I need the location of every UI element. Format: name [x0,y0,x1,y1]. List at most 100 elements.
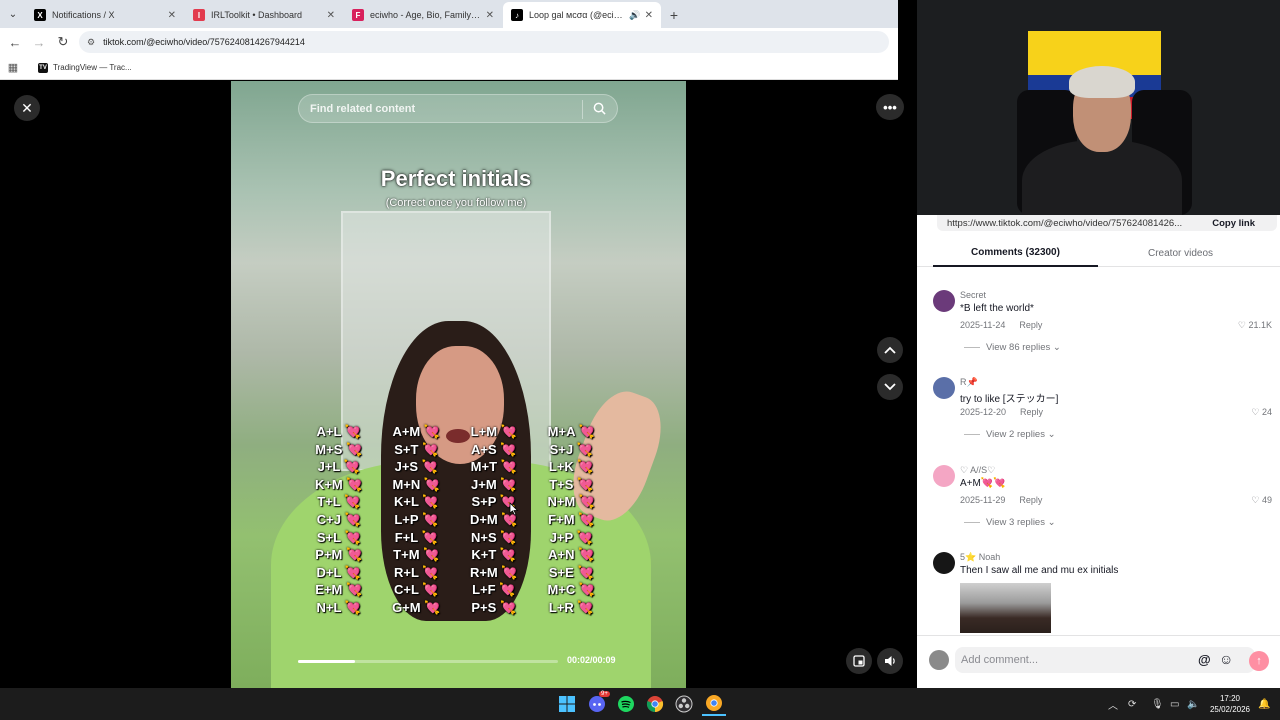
initials-text: T+L [317,494,341,510]
comment-author[interactable]: 5⭐ Noah [960,552,1000,563]
site-info-icon[interactable]: ⚙ [87,37,95,48]
tab-comments[interactable]: Comments (32300) [933,240,1098,267]
browser-tab[interactable]: ♪ Loop gal мcσα (@eciwho) |🔊 ✕ [503,2,661,28]
comments-panel: https://www.tiktok.com/@eciwho/video/757… [917,215,1280,688]
video-timecode: 00:02/00:09 [567,655,616,665]
url-input[interactable]: ⚙ tiktok.com/@eciwho/video/7576240814267… [79,31,889,53]
discord-icon[interactable]: 9+ [585,691,610,716]
tab-title: Notifications / X [52,10,115,20]
system-clock[interactable]: 17:20 25/02/2026 [1205,693,1255,715]
initials-text: C+J [316,511,341,527]
initials-column: M+A 💘 S+J 💘 L+K 💘 T+S 💘 N+M 💘 F+M 💘 J+P 💘 A+N 💘… [533,423,611,617]
view-replies-button[interactable]: View 3 replies ⌄ [964,517,1056,528]
view-replies-button[interactable]: View 2 replies ⌄ [964,429,1056,440]
heart-emoji-icon: 💘 [423,476,441,492]
apps-grid-icon[interactable]: ▦ [0,61,26,74]
add-comment-placeholder: Add comment... [961,654,1039,666]
comment-author[interactable]: Secret [960,290,986,300]
related-search-input[interactable]: Find related content [298,94,618,123]
tab-creator-videos[interactable]: Creator videos [1098,240,1263,267]
send-comment-button[interactable]: ↑ [1249,651,1269,671]
tab-audio-icon[interactable]: 🔊 [629,10,640,21]
like-button[interactable]: ♡ 24 [1251,407,1272,418]
search-icon[interactable] [593,102,606,115]
bookmark-tradingview[interactable]: TV TradingView — Trac... [38,62,132,73]
like-button[interactable]: ♡ 49 [1251,495,1272,506]
microphone-icon[interactable]: 🎙 [1151,688,1164,720]
comment-avatar[interactable] [933,552,955,574]
sync-icon[interactable]: ⟳ [1128,688,1136,720]
browser-tab[interactable]: Feciwho - Age, Bio, Family | Fam ✕ [344,2,502,28]
initials-pair: F+L 💘 [395,529,438,547]
comment-date: 2025-11-29 [960,495,1006,505]
comment-avatar[interactable] [933,290,955,312]
initials-text: S+P [471,494,497,510]
initials-pair: M+N 💘 [392,476,440,494]
video-progress-bar[interactable] [298,660,558,663]
next-video-button[interactable] [877,374,903,400]
chevron-down-icon [884,383,896,391]
comment-date: 2025-12-20 [960,407,1007,417]
close-video-button[interactable]: ✕ [14,95,40,121]
initials-text: A+M [392,424,421,439]
notifications-icon[interactable]: 🔔 [1258,688,1270,720]
spotify-icon[interactable] [614,692,638,716]
chrome-icon[interactable] [643,692,667,716]
close-tab-icon[interactable]: ✕ [486,10,494,21]
initials-text: M+T [470,459,498,475]
initials-text: M+N [392,476,421,492]
initials-pair: S+T 💘 [394,441,438,459]
windows-start-icon[interactable] [555,692,579,716]
volume-tray-icon[interactable]: 🔈 [1187,688,1199,720]
comment-avatar[interactable] [933,465,955,487]
emoji-icon[interactable]: ☺ [1219,651,1233,667]
like-button[interactable]: ♡ 21.1K [1238,320,1272,331]
mention-icon[interactable]: @ [1198,652,1211,667]
comment-author[interactable]: R📌 [960,377,978,388]
previous-video-button[interactable] [877,337,903,363]
initials-text: R+M [469,564,498,580]
tray-overflow-icon[interactable]: ︿ [1108,688,1118,720]
close-tab-icon[interactable]: ✕ [645,10,653,21]
reply-button[interactable]: Reply [1019,320,1042,330]
view-replies-button[interactable]: View 86 replies ⌄ [964,342,1061,353]
copy-link-button[interactable]: Copy link [1212,218,1255,229]
comment-avatar[interactable] [933,377,955,399]
tab-search-button[interactable]: ⌄ [0,0,26,28]
heart-emoji-icon: 💘 [578,511,595,527]
obs-icon[interactable] [672,692,696,716]
comment-author[interactable]: ♡ A//S♡ [960,465,995,476]
comment-image[interactable] [960,583,1051,633]
chrome-canary-icon[interactable] [702,692,726,716]
heart-emoji-icon: 💘 [578,424,595,439]
reply-button[interactable]: Reply [1020,407,1043,417]
forward-button[interactable]: → [27,30,51,54]
initials-text: G+M [392,599,421,615]
address-bar-row: ← → ↻ ⚙ tiktok.com/@eciwho/video/7576240… [0,28,898,56]
new-tab-button[interactable]: + [662,2,686,28]
close-tab-icon[interactable]: ✕ [327,10,335,21]
heart-emoji-icon: 💘 [422,494,439,510]
like-count: 49 [1261,495,1272,505]
back-button[interactable]: ← [3,30,27,54]
initials-text: S+L [316,529,341,545]
volume-button[interactable] [877,648,903,674]
close-tab-icon[interactable]: ✕ [168,10,176,21]
initials-text: A+N [548,547,575,563]
picture-in-picture-button[interactable] [846,648,872,674]
initials-text: P+S [471,599,497,615]
initials-text: J+M [471,476,497,492]
heart-outline-icon: ♡ [1251,407,1260,417]
heart-emoji-icon: 💘 [346,547,363,563]
heart-emoji-icon: 💘 [578,547,595,563]
network-icon[interactable]: ▭ [1170,688,1179,720]
more-options-button[interactable]: ••• [876,94,904,120]
reply-button[interactable]: Reply [1019,495,1042,505]
initials-column: A+M 💘 S+T 💘 J+S 💘 M+N 💘 K+L 💘 L+P 💘 F+L 💘 T+M 💘… [378,423,456,617]
initials-pair: F+M 💘 [548,511,594,529]
browser-tab[interactable]: X Notifications / X ✕ [26,2,184,28]
browser-tab[interactable]: I IRLToolkit • Dashboard ✕ [185,2,343,28]
reload-button[interactable]: ↻ [51,30,75,54]
initials-pair: R+L 💘 [394,564,439,582]
view-replies-label: View 3 replies [986,517,1045,528]
